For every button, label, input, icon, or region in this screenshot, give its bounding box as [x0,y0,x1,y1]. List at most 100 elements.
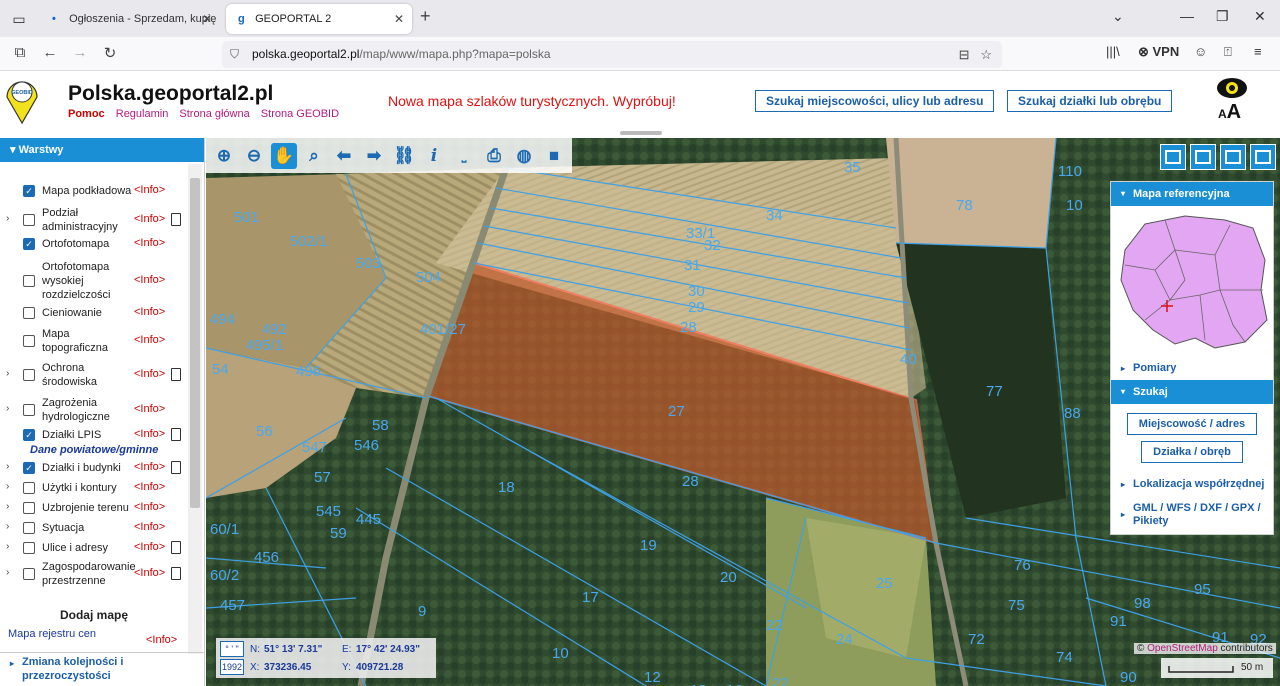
tab-geoportal[interactable]: g GEOPORTAL 2 ✕ [226,4,412,34]
zoom-box-icon[interactable]: ⌕ [301,143,327,169]
expand-icon[interactable]: › [6,521,9,532]
eye-icon[interactable] [1216,77,1248,99]
legend-doc-icon[interactable] [171,541,181,554]
arrow-left-icon[interactable]: ⬅ [331,143,357,169]
layer-checkbox[interactable] [23,335,35,347]
extensions-icon[interactable]: ⍐ [1224,44,1232,60]
arrow-right-icon[interactable]: ➡ [361,143,387,169]
video-camera-icon[interactable]: ■ [541,143,567,169]
layer-info-link[interactable]: <Info> [134,274,165,286]
export-icon[interactable] [1220,144,1246,170]
search-place-button[interactable]: Miejscowość / adres [1127,413,1257,435]
expand-icon[interactable]: › [6,213,9,224]
address-bar[interactable]: ⛉ polska.geoportal2.pl/map/www/mapa.php?… [222,41,1002,68]
minimize-icon[interactable]: — [1180,8,1194,24]
layer-checkbox[interactable] [23,502,35,514]
layer-item[interactable]: › Sytuacja <Info> [0,521,188,535]
layer-checkbox[interactable]: ✓ [23,462,35,474]
new-tab-icon[interactable]: + [420,6,431,27]
layer-info-link[interactable]: <Info> [134,184,165,196]
layer-info-link[interactable]: <Info> [134,368,165,380]
legend-doc-icon[interactable] [171,567,181,580]
reload-icon[interactable]: ↻ [100,44,120,62]
chevron-down-icon[interactable]: ⌄ [1112,8,1124,25]
layer-order-link[interactable]: ▸ Zmiana kolejności i przezroczystości [0,652,204,686]
layer-checkbox[interactable] [23,542,35,554]
layer-item[interactable]: Cieniowanie <Info> [0,306,188,320]
print-icon[interactable]: ⎙ [481,143,507,169]
pan-hand-icon[interactable]: ✋ [271,143,297,169]
layout-right-icon[interactable] [1250,144,1276,170]
search-header[interactable]: ▾ Szukaj [1111,380,1273,404]
geobid-logo-icon[interactable]: GEOBID [4,75,40,125]
library-icon[interactable]: |||\ [1106,44,1120,59]
layer-item[interactable]: Ortofotomapa wysokiej rozdzielczości <Inf… [0,260,188,302]
layer-item[interactable]: › Zagrożenia hydrologiczne <Info> [0,396,188,424]
home-link[interactable]: Strona główna [179,108,249,120]
terms-link[interactable]: Regulamin [116,108,169,120]
geobid-link[interactable]: Strona GEOBID [261,108,339,120]
layer-item[interactable]: ✓ Działki LPIS <Info> [0,428,188,442]
info-icon[interactable]: i [421,143,447,169]
font-size-toggle[interactable]: AA [1218,101,1241,124]
search-parcel-button[interactable]: Szukaj działki lub obrębu [1007,90,1173,112]
expand-icon[interactable]: › [6,481,9,492]
bookmark-star-icon[interactable]: ☆ [980,47,992,62]
layer-checkbox[interactable]: ✓ [23,185,35,197]
legend-doc-icon[interactable] [171,368,181,381]
layer-item[interactable]: › ✓ Działki i budynki <Info> [0,461,188,475]
collections-icon[interactable]: ⧉ [10,44,30,61]
coord-format-toggle[interactable]: ° ' " [220,641,244,657]
poland-reference-map[interactable] [1115,210,1271,352]
layer-info-link[interactable]: <Info> [134,521,165,533]
layer-info-link[interactable]: <Info> [134,481,165,493]
layer-info-link[interactable]: <Info> [134,461,165,473]
back-icon[interactable]: ← [40,44,60,61]
layers-panel-header[interactable]: ▾ Warstwy [0,138,204,162]
restore-icon[interactable]: ❐ [1216,8,1229,25]
tab-ogloszenia[interactable]: • Ogłoszenia - Sprzedam, kupię n ✕ [40,4,220,34]
help-link[interactable]: Pomoc [68,108,105,120]
coords-location-section[interactable]: ▸ Lokalizacja współrzędnej [1111,478,1273,491]
formats-section[interactable]: ▸ GML / WFS / DXF / GPX / Pikiety [1111,502,1273,528]
forward-icon[interactable]: → [70,44,90,61]
layer-info-link[interactable]: <Info> [134,428,165,440]
measure-ruler-icon[interactable]: ⎵ [451,143,477,169]
layer-checkbox[interactable]: ✓ [23,238,35,250]
measure-section[interactable]: ▸ Pomiary [1111,362,1273,375]
layer-checkbox[interactable] [23,307,35,319]
legend-doc-icon[interactable] [171,213,181,226]
layout-split-icon[interactable] [1190,144,1216,170]
layer-checkbox[interactable] [23,482,35,494]
layer-checkbox[interactable] [23,369,35,381]
zoom-out-icon[interactable]: ⊖ [241,143,267,169]
layer-info-link[interactable]: <Info> [134,541,165,553]
osm-link[interactable]: OpenStreetMap [1147,643,1218,654]
layer-info-link[interactable]: <Info> [134,567,165,579]
link-icon[interactable]: ⛓ [391,143,417,169]
scrollbar-thumb[interactable] [190,178,200,508]
menu-icon[interactable]: ≡ [1254,44,1262,59]
expand-icon[interactable]: › [6,501,9,512]
layer-info-link[interactable]: <Info> [134,306,165,318]
layer-checkbox[interactable] [23,568,35,580]
vpn-button[interactable]: ⊗ VPN [1138,44,1179,60]
layer-item[interactable]: › Zagospodarowanie przestrzenne <Info> [0,560,188,588]
globe-icon[interactable]: ◍ [511,143,537,169]
layer-checkbox[interactable] [23,404,35,416]
layer-item[interactable]: › Ochrona środowiska <Info> [0,361,188,389]
price-map-link[interactable]: Mapa rejestru cen nieruchomości [8,628,128,641]
price-map-info-link[interactable]: <Info> [146,634,177,646]
layer-item[interactable]: › Użytki i kontury <Info> [0,481,188,495]
expand-icon[interactable]: › [6,541,9,552]
layer-checkbox[interactable] [23,275,35,287]
coord-system-toggle[interactable]: 1992 [220,659,244,675]
expand-icon[interactable]: › [6,403,9,414]
layer-item[interactable]: › Uzbrojenie terenu <Info> [0,501,188,515]
promo-link[interactable]: Nowa mapa szlaków turystycznych. Wypróbu… [388,93,676,109]
expand-icon[interactable]: › [6,567,9,578]
layer-item[interactable]: Mapa topograficzna <Info> [0,327,188,355]
zoom-in-icon[interactable]: ⊕ [211,143,237,169]
expand-icon[interactable]: › [6,368,9,379]
layer-info-link[interactable]: <Info> [134,237,165,249]
